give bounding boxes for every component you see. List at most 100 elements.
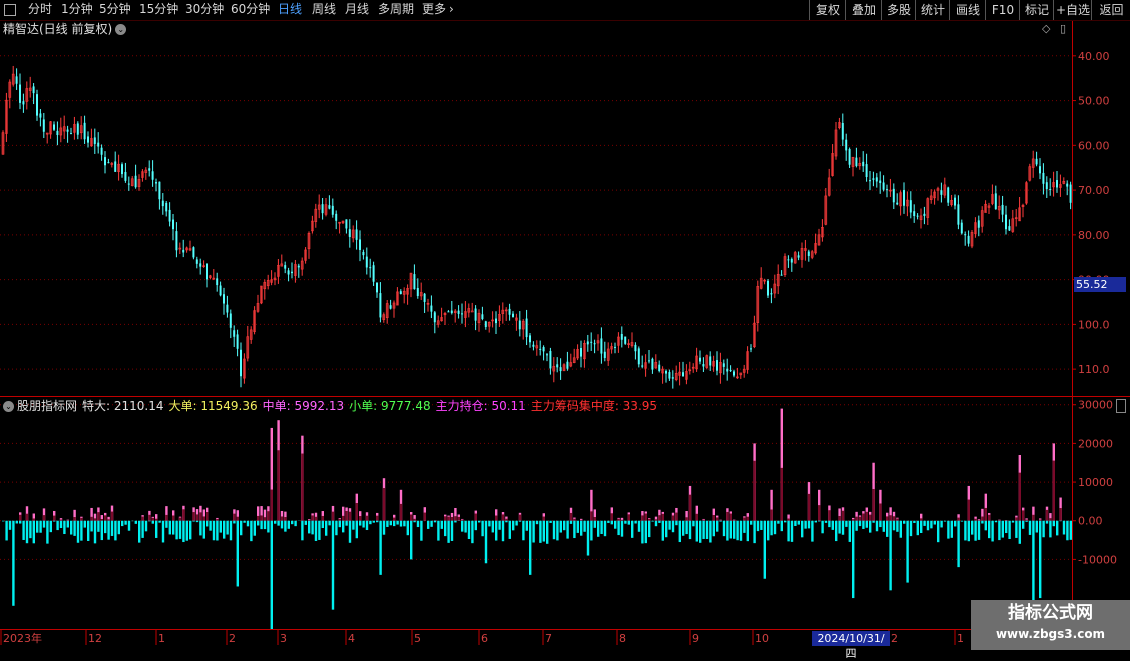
main-force-bar <box>383 488 385 521</box>
negative-bar <box>760 521 762 530</box>
negative-bar <box>1008 521 1010 539</box>
more-arrow-icon[interactable]: › <box>449 2 454 17</box>
candle-body <box>220 286 222 296</box>
toolbar-button-4[interactable]: 画线 <box>949 0 986 20</box>
candle-body <box>604 352 606 358</box>
candle-body <box>22 101 24 104</box>
toolbar-button-1[interactable]: 叠加 <box>845 0 882 20</box>
toolbar-button-2[interactable]: 多股 <box>881 0 916 20</box>
period-tab-3[interactable]: 15分钟 <box>139 2 178 17</box>
negative-bar <box>220 521 222 533</box>
toolbar-button-6[interactable]: 标记 <box>1019 0 1054 20</box>
period-tab-5[interactable]: 60分钟 <box>231 2 270 17</box>
main-force-bar <box>182 509 184 520</box>
negative-bar <box>539 521 541 543</box>
negative-bar <box>811 521 813 542</box>
negative-bar <box>889 521 891 591</box>
negative-bar <box>971 521 973 535</box>
close-pane-icon[interactable] <box>1116 399 1126 413</box>
candle-body <box>70 133 72 134</box>
indicator-title[interactable]: ⌄股朋指标网特大: 2110.14大单: 11549.36中单: 5992.13… <box>3 398 667 414</box>
candle-body <box>903 190 905 206</box>
period-tab-0[interactable]: 分时 <box>28 2 52 17</box>
main-force-bar <box>689 495 691 521</box>
period-tab-2[interactable]: 5分钟 <box>99 2 131 17</box>
candle-body <box>872 178 874 180</box>
period-tab-4[interactable]: 30分钟 <box>185 2 224 17</box>
indicator-stat-3: 小单: 9777.48 <box>349 399 430 413</box>
candle-body <box>128 184 130 185</box>
negative-bar <box>332 521 334 610</box>
main-force-bar <box>594 517 596 521</box>
negative-bar <box>94 521 96 544</box>
negative-bar <box>532 521 534 543</box>
negative-bar <box>9 521 11 530</box>
negative-bar <box>631 521 633 538</box>
main-force-bar <box>26 514 28 521</box>
negative-bar <box>934 521 936 525</box>
main-force-bar <box>410 514 412 520</box>
main-force-bar <box>770 510 772 521</box>
main-force-bar <box>617 519 619 521</box>
main-pane-title[interactable]: 精智达(日线 前复权)⌄ <box>3 21 126 37</box>
negative-bar <box>155 521 157 538</box>
negative-bar <box>1032 521 1034 606</box>
chevron-down-icon[interactable]: ⌄ <box>3 401 14 412</box>
chart-canvas[interactable]: 110.0100.090.0080.0070.0060.0050.0040.00… <box>0 0 1130 650</box>
candle-body <box>910 200 912 212</box>
toolbar-button-5[interactable]: F10 <box>985 0 1020 20</box>
maximize-icon[interactable]: ▯ <box>1060 22 1066 35</box>
negative-bar <box>852 521 854 598</box>
main-force-bar <box>475 514 477 521</box>
candle-body <box>192 247 194 257</box>
negative-bar <box>73 521 75 536</box>
candle-body <box>893 189 895 202</box>
indicator-tick-label: 30000 <box>1078 399 1113 412</box>
negative-bar <box>896 521 898 532</box>
candle-body <box>638 348 640 364</box>
main-force-bar <box>342 516 344 521</box>
negative-bar <box>349 521 351 543</box>
period-tab-6[interactable]: 日线 <box>278 2 302 17</box>
candle-body <box>430 306 432 312</box>
candle-body <box>458 311 460 314</box>
toolbar-button-8[interactable]: 返回 <box>1091 0 1130 20</box>
main-force-bar <box>985 508 987 521</box>
candle-body <box>376 283 378 293</box>
period-tab-1[interactable]: 1分钟 <box>61 2 93 17</box>
candle-body <box>461 313 463 314</box>
candle-body <box>624 337 626 344</box>
toolbar-button-3[interactable]: 统计 <box>915 0 950 20</box>
chevron-down-icon[interactable]: ⌄ <box>115 24 126 35</box>
main-force-bar <box>628 514 630 520</box>
negative-bar <box>257 521 259 526</box>
candle-body <box>155 182 157 183</box>
period-tab-9[interactable]: 多周期 <box>378 2 414 17</box>
main-force-bar <box>1032 515 1034 521</box>
candle-body <box>968 236 970 244</box>
period-tab-8[interactable]: 月线 <box>345 2 369 17</box>
period-tab-7[interactable]: 周线 <box>312 2 336 17</box>
candle-body <box>43 119 45 131</box>
negative-bar <box>641 521 643 544</box>
toolbar-button-0[interactable]: 复权 <box>809 0 846 20</box>
main-force-bar <box>461 520 463 521</box>
negative-bar <box>900 521 902 538</box>
candle-body <box>845 140 847 151</box>
indicator-stat-1: 大单: 11549.36 <box>169 399 258 413</box>
candle-body <box>917 216 919 217</box>
window-icon[interactable] <box>4 4 16 16</box>
negative-bar <box>369 521 371 524</box>
negative-bar <box>301 521 303 541</box>
toolbar-button-7[interactable]: +自选 <box>1053 0 1092 20</box>
negative-bar <box>199 521 201 536</box>
candle-body <box>750 348 752 349</box>
main-force-bar <box>611 513 613 520</box>
candle-body <box>345 219 347 228</box>
main-force-bar <box>1039 520 1041 521</box>
diamond-icon[interactable]: ◇ <box>1042 22 1050 35</box>
negative-bar <box>288 521 290 529</box>
candle-body <box>869 180 871 181</box>
negative-bar <box>668 521 670 530</box>
period-tab-10[interactable]: 更多 <box>422 2 446 17</box>
